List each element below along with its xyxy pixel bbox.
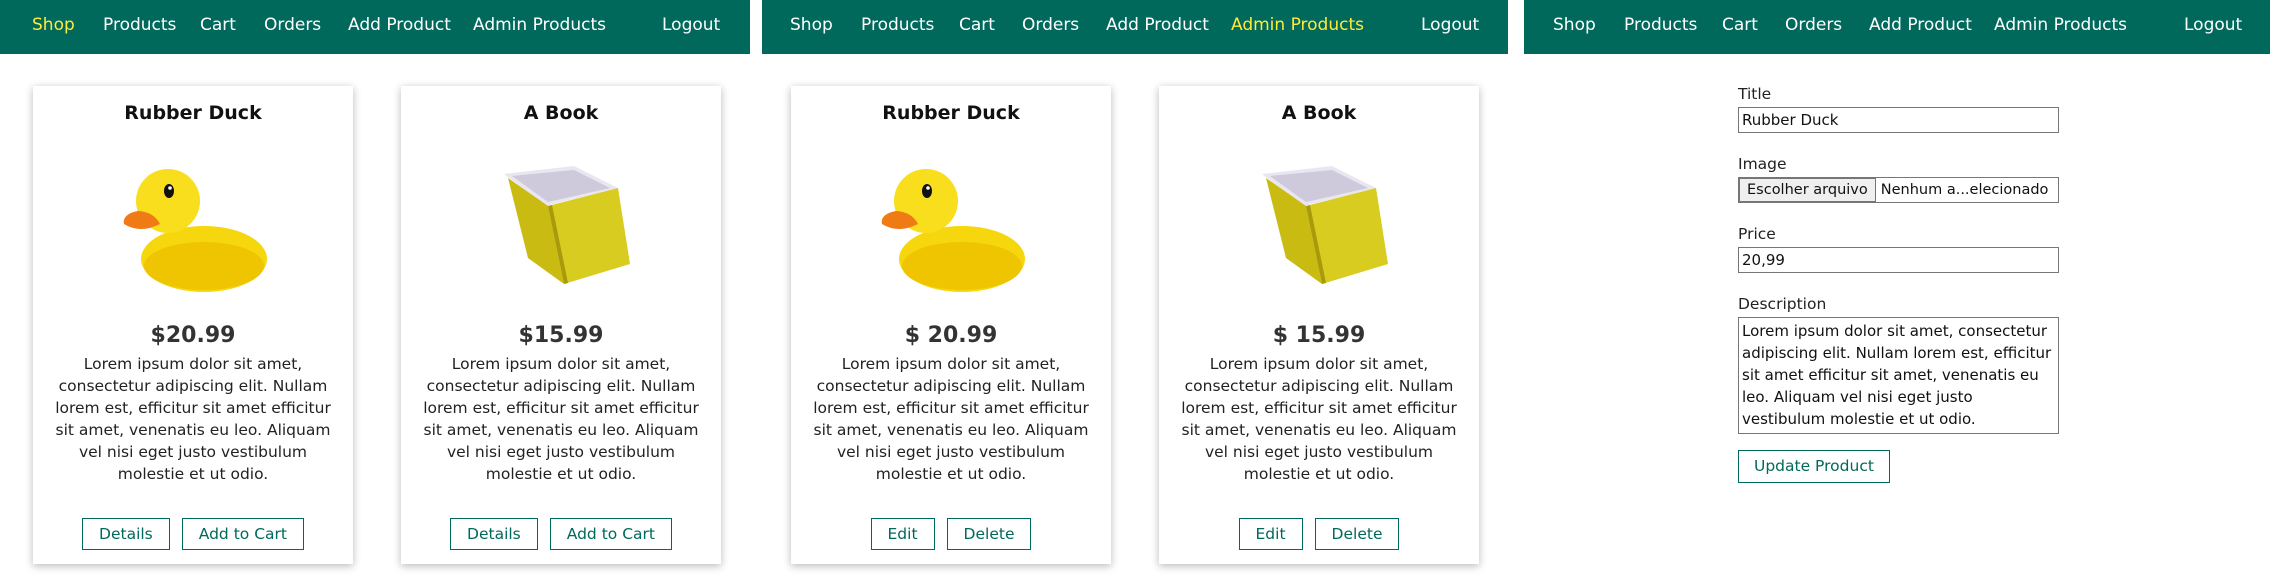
update-product-button[interactable]: Update Product: [1738, 450, 1890, 483]
book-icon: [1262, 166, 1388, 284]
product-description: Lorem ipsum dolor sit amet, consectetur …: [1181, 355, 1457, 483]
product-actions: Details Add to Cart: [401, 518, 721, 550]
title-label: Title: [1738, 85, 1772, 103]
product-card: A Book $15.99 Lorem ipsum dolor sit amet…: [401, 86, 721, 564]
nav-logout[interactable]: Logout: [1421, 0, 1479, 54]
description-textarea[interactable]: Lorem ipsum dolor sit amet, consectetur …: [1738, 317, 2059, 434]
product-title: A Book: [523, 102, 599, 124]
nav-admin-products[interactable]: Admin Products: [1231, 0, 1364, 54]
edit-product-form: Title Rubber Duck Image Escolher arquivo…: [1738, 84, 2059, 483]
details-button[interactable]: Details: [450, 518, 538, 550]
edit-button[interactable]: Edit: [870, 518, 935, 550]
nav-add-product[interactable]: Add Product: [1106, 0, 1209, 54]
product-card: Rubber Duck $ 20.99 Lorem ipsum dolor si…: [791, 86, 1111, 564]
image-label: Image: [1738, 155, 1787, 173]
nav-shop[interactable]: Shop: [1553, 0, 1596, 54]
product-description: Lorem ipsum dolor sit amet, consectetur …: [813, 355, 1089, 483]
main-nav: Shop Products Cart Orders Add Product Ad…: [762, 0, 1508, 54]
price-field[interactable]: 20,99: [1738, 247, 2059, 273]
nav-orders[interactable]: Orders: [1785, 0, 1842, 54]
admin-products-page: Shop Products Cart Orders Add Product Ad…: [762, 0, 1508, 588]
product-actions: Edit Delete: [791, 518, 1111, 550]
file-status: Nenhum a...elecionado: [1880, 182, 2049, 198]
nav-logout[interactable]: Logout: [662, 0, 720, 54]
nav-add-product[interactable]: Add Product: [1869, 0, 1972, 54]
product-price: $20.99: [150, 323, 236, 348]
product-price: $ 15.99: [1272, 323, 1366, 348]
nav-admin-products[interactable]: Admin Products: [473, 0, 606, 54]
product-card: A Book $ 15.99 Lorem ipsum dolor sit ame…: [1159, 86, 1479, 564]
nav-cart[interactable]: Cart: [959, 0, 995, 54]
nav-admin-products[interactable]: Admin Products: [1994, 0, 2127, 54]
rubber-duck-icon: [123, 169, 267, 292]
product-price: $15.99: [518, 323, 604, 348]
add-to-cart-button[interactable]: Add to Cart: [549, 518, 672, 550]
product-price: $ 20.99: [904, 323, 998, 348]
delete-button[interactable]: Delete: [946, 518, 1032, 550]
nav-add-product[interactable]: Add Product: [348, 0, 451, 54]
book-icon: [504, 166, 630, 284]
rubber-duck-icon: [881, 169, 1025, 292]
nav-orders[interactable]: Orders: [264, 0, 321, 54]
nav-cart[interactable]: Cart: [200, 0, 236, 54]
nav-orders[interactable]: Orders: [1022, 0, 1079, 54]
edit-button[interactable]: Edit: [1238, 518, 1303, 550]
edit-product-page: Shop Products Cart Orders Add Product Ad…: [1524, 0, 2270, 588]
product-title: A Book: [1281, 102, 1357, 124]
product-title: Rubber Duck: [882, 102, 1020, 124]
nav-products[interactable]: Products: [1624, 0, 1697, 54]
product-title: Rubber Duck: [124, 102, 262, 124]
image-file-input[interactable]: Escolher arquivo Nenhum a...elecionado: [1738, 177, 2059, 203]
product-actions: Details Add to Cart: [33, 518, 353, 550]
product-description: Lorem ipsum dolor sit amet, consectetur …: [423, 355, 699, 483]
nav-products[interactable]: Products: [103, 0, 176, 54]
choose-file-button[interactable]: Escolher arquivo: [1739, 178, 1876, 202]
nav-cart[interactable]: Cart: [1722, 0, 1758, 54]
delete-button[interactable]: Delete: [1314, 518, 1400, 550]
product-card: Rubber Duck $20.99 Lorem ipsum dolor sit…: [33, 86, 353, 564]
nav-shop[interactable]: Shop: [790, 0, 833, 54]
product-actions: Edit Delete: [1159, 518, 1479, 550]
nav-products[interactable]: Products: [861, 0, 934, 54]
details-button[interactable]: Details: [82, 518, 170, 550]
price-label: Price: [1738, 225, 1776, 243]
main-nav: Shop Products Cart Orders Add Product Ad…: [0, 0, 750, 54]
add-to-cart-button[interactable]: Add to Cart: [181, 518, 304, 550]
description-label: Description: [1738, 295, 1827, 313]
title-field[interactable]: Rubber Duck: [1738, 107, 2059, 133]
nav-logout[interactable]: Logout: [2184, 0, 2242, 54]
main-nav: Shop Products Cart Orders Add Product Ad…: [1524, 0, 2270, 54]
nav-shop[interactable]: Shop: [32, 0, 75, 54]
shop-page: Shop Products Cart Orders Add Product Ad…: [0, 0, 750, 588]
product-description: Lorem ipsum dolor sit amet, consectetur …: [55, 355, 331, 483]
